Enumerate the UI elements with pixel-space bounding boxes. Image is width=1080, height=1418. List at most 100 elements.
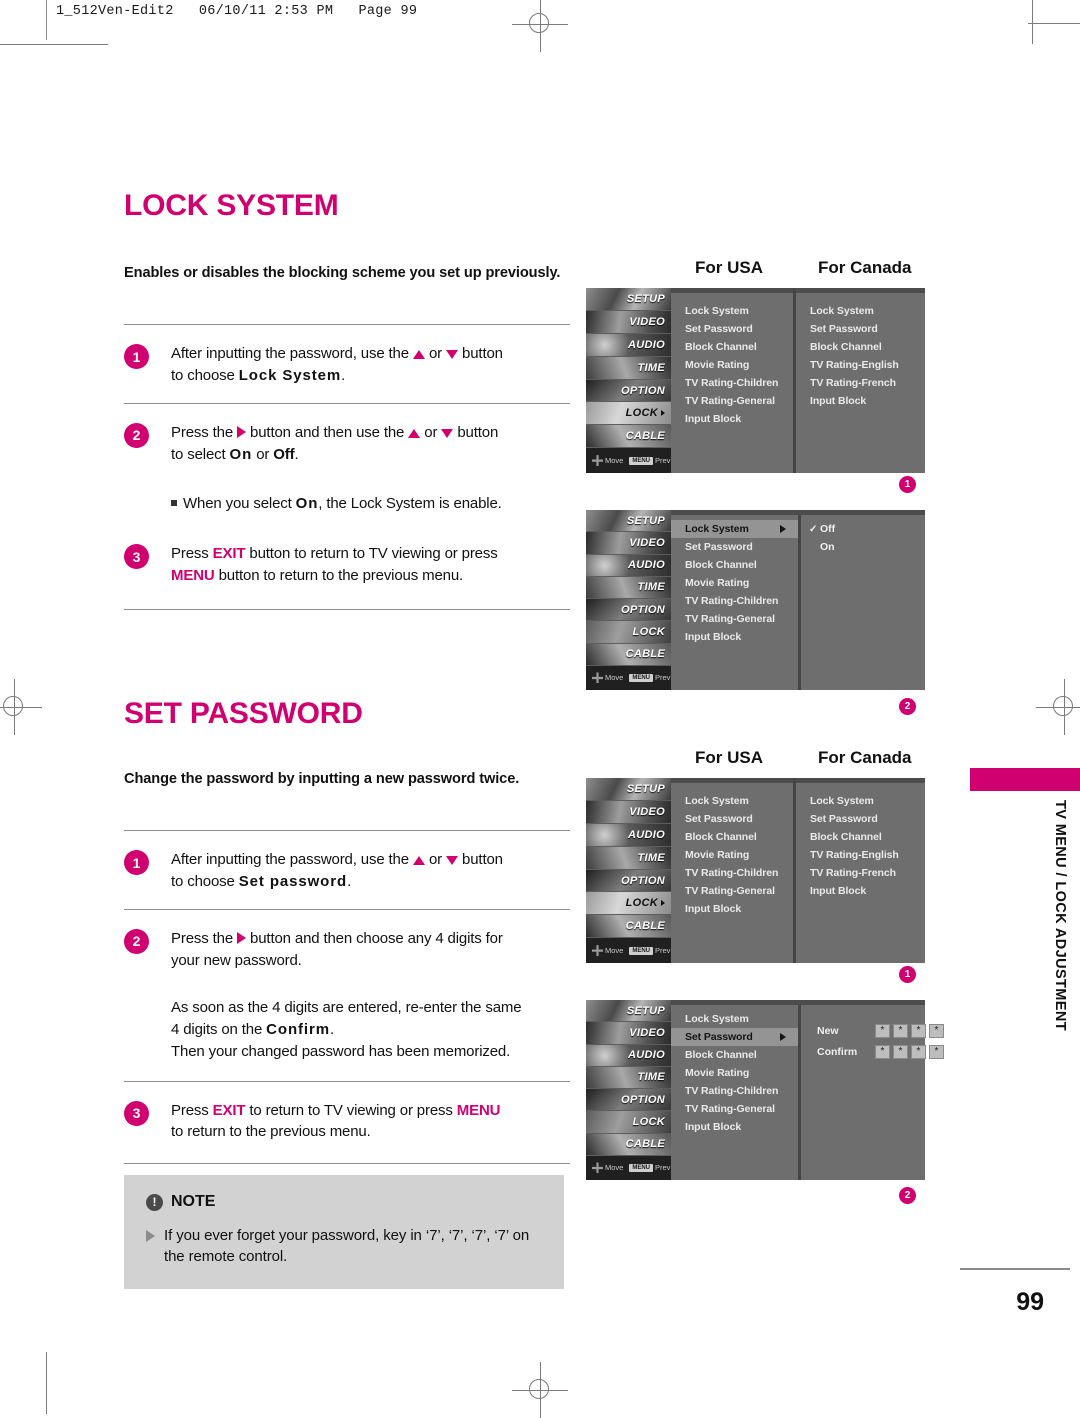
password-digit[interactable]: * [875, 1045, 890, 1059]
menu-item[interactable]: Lock System [671, 302, 793, 320]
square-bullet-icon [171, 500, 177, 507]
menu-item[interactable]: Movie Rating [671, 356, 793, 374]
menu-item[interactable]: Set Password [796, 320, 925, 338]
menu-item[interactable]: Block Channel [671, 556, 798, 574]
menu-item[interactable]: Input Block [671, 410, 793, 428]
step-2-set-password: 2 Press the button and then choose any 4… [124, 928, 570, 972]
sidebar-item-lock[interactable]: LOCK [586, 402, 671, 426]
sidebar-item-cable[interactable]: CABLE [586, 643, 671, 666]
menu-item-lock-system-selected[interactable]: Lock System [671, 520, 798, 538]
menu-item[interactable]: Block Channel [671, 1046, 798, 1064]
menu-item[interactable]: Lock System [671, 1010, 798, 1028]
menu-item[interactable]: TV Rating-English [796, 846, 925, 864]
sidebar-item-time[interactable]: TIME [586, 356, 671, 380]
menu-item[interactable]: Movie Rating [671, 574, 798, 592]
extra-line-3: Then your changed password has been memo… [171, 1042, 511, 1060]
dpad-icon [592, 672, 603, 684]
menu-item[interactable]: Block Channel [671, 338, 793, 356]
menu-item[interactable]: TV Rating-Children [671, 374, 793, 392]
menu-item[interactable]: TV Rating-General [671, 1100, 798, 1118]
sidebar-item-setup[interactable]: SETUP [586, 510, 671, 533]
sidebar-item-setup[interactable]: SETUP [586, 778, 671, 801]
step-line-part: . [294, 445, 299, 463]
sidebar-item-setup[interactable]: SETUP [586, 1000, 671, 1023]
sidebar-item-lock[interactable]: LOCK [586, 892, 671, 916]
menu-item[interactable]: TV Rating-General [671, 392, 793, 410]
arrow-down-icon [446, 350, 459, 360]
menu-item[interactable]: TV Rating-Children [671, 864, 793, 882]
sidebar-item-time[interactable]: TIME [586, 1066, 671, 1090]
sidebar-item-lock[interactable]: LOCK [586, 621, 671, 644]
sidebar-item-video[interactable]: VIDEO [586, 800, 671, 824]
option-on[interactable]: On [801, 538, 925, 556]
sidebar-item-option[interactable]: OPTION [586, 599, 671, 622]
sidebar-item-audio[interactable]: AUDIO [586, 1044, 671, 1067]
menu-item[interactable]: Block Channel [671, 828, 793, 846]
sidebar-item-audio[interactable]: AUDIO [586, 333, 671, 357]
menu-item[interactable]: Block Channel [796, 338, 925, 356]
callout-step-2: 2 [899, 698, 916, 715]
sidebar-item-label: OPTION [621, 384, 665, 397]
password-digit[interactable]: * [911, 1024, 926, 1038]
menu-item[interactable]: Set Password [796, 810, 925, 828]
sidebar-item-audio[interactable]: AUDIO [586, 554, 671, 577]
sidebar-item-video[interactable]: VIDEO [586, 1022, 671, 1045]
option-off[interactable]: ✓ Off [801, 520, 925, 538]
password-digit[interactable]: * [893, 1024, 908, 1038]
password-digit[interactable]: * [911, 1045, 926, 1059]
sidebar-item-label: LOCK [632, 1116, 665, 1129]
divider [124, 1080, 570, 1082]
osd-hints: Move MENU Prev [586, 1155, 671, 1181]
osd-screenshot-lock-menu-2: SETUP VIDEO AUDIO TIME OPTION LOCK CABLE… [586, 778, 925, 963]
sidebar-item-option[interactable]: OPTION [586, 1089, 671, 1112]
hint-prev-label: Prev [655, 946, 671, 956]
sidebar-item-option[interactable]: OPTION [586, 869, 671, 893]
password-row-new: New * * * * [817, 1024, 944, 1038]
password-digit[interactable]: * [929, 1045, 944, 1059]
menu-item[interactable]: Input Block [671, 1118, 798, 1136]
password-digit[interactable]: * [893, 1045, 908, 1059]
menu-item[interactable]: Set Password [671, 538, 798, 556]
menu-item[interactable]: Set Password [671, 810, 793, 828]
sidebar-item-time[interactable]: TIME [586, 576, 671, 600]
menu-item[interactable]: Input Block [796, 882, 925, 900]
menu-item[interactable]: Movie Rating [671, 1064, 798, 1082]
password-digit[interactable]: * [929, 1024, 944, 1038]
menu-item[interactable]: Input Block [671, 628, 798, 646]
sidebar-item-setup[interactable]: SETUP [586, 288, 671, 311]
sidebar-item-label: AUDIO [628, 559, 665, 572]
menu-item[interactable]: TV Rating-French [796, 374, 925, 392]
sidebar-item-option[interactable]: OPTION [586, 379, 671, 403]
menu-item[interactable]: TV Rating-General [671, 882, 793, 900]
sidebar-item-lock[interactable]: LOCK [586, 1111, 671, 1134]
sidebar-item-video[interactable]: VIDEO [586, 532, 671, 555]
step-line-part: button and then choose any 4 digits for [246, 929, 503, 947]
menu-item[interactable]: TV Rating-General [671, 610, 798, 628]
arrow-up-icon [412, 350, 425, 360]
menu-item[interactable]: Input Block [796, 392, 925, 410]
menu-item[interactable]: TV Rating-French [796, 864, 925, 882]
menu-item[interactable]: Block Channel [796, 828, 925, 846]
sidebar-item-cable[interactable]: CABLE [586, 425, 671, 449]
footer-rule [960, 1268, 1070, 1270]
menu-name-emphasis: Set password [238, 873, 348, 891]
menu-item[interactable]: Lock System [796, 302, 925, 320]
step-line-part: Press [171, 1101, 213, 1119]
sidebar-item-cable[interactable]: CABLE [586, 915, 671, 939]
sidebar-item-audio[interactable]: AUDIO [586, 823, 671, 847]
sidebar-item-time[interactable]: TIME [586, 846, 671, 870]
menu-item-set-password-selected[interactable]: Set Password [671, 1028, 798, 1046]
sidebar-item-video[interactable]: VIDEO [586, 310, 671, 334]
menu-item[interactable]: Lock System [796, 792, 925, 810]
step-line-part: button and then use the [246, 423, 409, 441]
menu-item[interactable]: Input Block [671, 900, 793, 918]
menu-key-label: MENU [171, 566, 215, 584]
menu-item[interactable]: TV Rating-Children [671, 592, 798, 610]
menu-item[interactable]: TV Rating-Children [671, 1082, 798, 1100]
password-digit[interactable]: * [875, 1024, 890, 1038]
menu-item[interactable]: Lock System [671, 792, 793, 810]
menu-item[interactable]: Set Password [671, 320, 793, 338]
menu-item[interactable]: Movie Rating [671, 846, 793, 864]
sidebar-item-cable[interactable]: CABLE [586, 1133, 671, 1156]
menu-item[interactable]: TV Rating-English [796, 356, 925, 374]
